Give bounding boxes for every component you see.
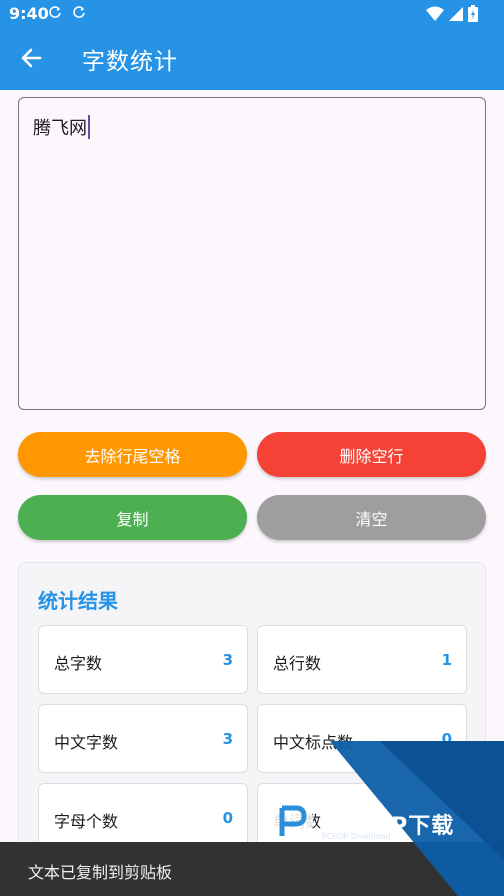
sync-icon bbox=[71, 5, 87, 21]
app-bar: 字数统计 bbox=[0, 28, 504, 90]
stat-value: 1 bbox=[441, 651, 452, 669]
stat-value: 3 bbox=[222, 730, 233, 748]
editor-text-wrapper: 腾飞网 bbox=[33, 114, 90, 140]
wifi-icon bbox=[426, 6, 444, 26]
text-input-area[interactable]: 腾飞网 bbox=[18, 97, 486, 410]
text-cursor bbox=[88, 115, 90, 139]
stat-card-total-lines: 总行数 1 bbox=[257, 625, 467, 694]
status-icons bbox=[426, 5, 478, 26]
stat-label: 中文字数 bbox=[54, 733, 119, 752]
back-arrow-icon[interactable] bbox=[18, 44, 46, 72]
sync-icon bbox=[47, 5, 63, 21]
page-title: 字数统计 bbox=[82, 49, 178, 75]
stats-title: 统计结果 bbox=[38, 589, 118, 613]
stat-label: 总字数 bbox=[54, 654, 103, 673]
stat-card-chinese-chars: 中文字数 3 bbox=[38, 704, 248, 773]
stat-value: 0 bbox=[222, 809, 233, 827]
status-bar: 9:40 bbox=[0, 0, 504, 28]
battery-icon bbox=[468, 5, 478, 26]
editor-text: 腾飞网 bbox=[33, 118, 87, 139]
copy-button[interactable]: 复制 bbox=[18, 495, 247, 540]
status-time: 9:40 bbox=[9, 4, 49, 23]
stat-value: 3 bbox=[222, 651, 233, 669]
delete-empty-lines-button[interactable]: 删除空行 bbox=[257, 432, 486, 477]
stat-value: 0 bbox=[441, 730, 452, 748]
signal-icon bbox=[448, 6, 464, 26]
stat-label: 中文标点数 bbox=[273, 733, 354, 752]
snackbar-message: 文本已复制到剪贴板 bbox=[28, 863, 173, 882]
stat-label: 单词数 bbox=[273, 812, 322, 831]
stat-card-total-chars: 总字数 3 bbox=[38, 625, 248, 694]
stat-label: 总行数 bbox=[273, 654, 322, 673]
trim-trailing-spaces-button[interactable]: 去除行尾空格 bbox=[18, 432, 247, 477]
snackbar: 文本已复制到剪贴板 bbox=[0, 842, 504, 896]
stat-label: 字母个数 bbox=[54, 812, 119, 831]
clear-button[interactable]: 清空 bbox=[257, 495, 486, 540]
stat-card-chinese-punctuation: 中文标点数 0 bbox=[257, 704, 467, 773]
